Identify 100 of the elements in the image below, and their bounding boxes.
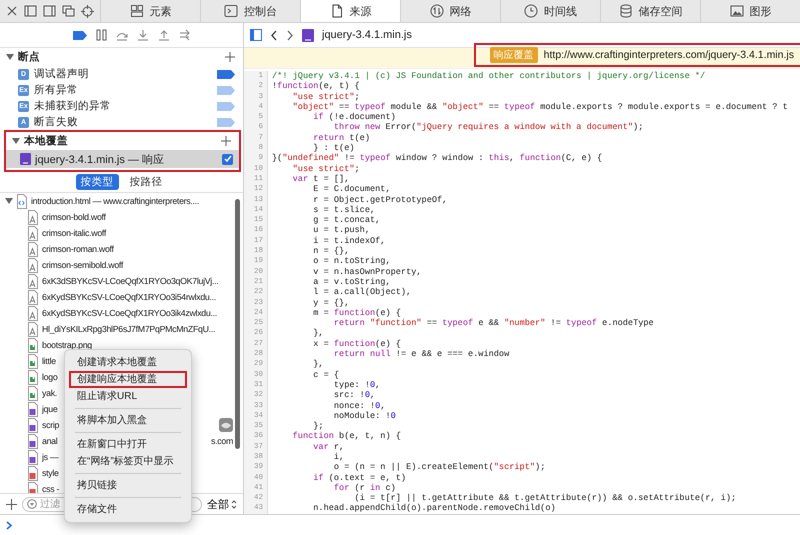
tab[interactable]: 来源 (300, 0, 400, 22)
font-file-icon (27, 258, 39, 272)
code-line: E = C.document, (312, 184, 391, 195)
file-title: jquery-3.4.1.min.js (322, 29, 412, 41)
disclosure-triangle-icon[interactable] (12, 137, 20, 145)
breakpoint-label[interactable]: 所有异常 (34, 83, 78, 97)
override-row[interactable]: jquery-3.4.1.min.js — 响应 (6, 150, 239, 168)
menu-item[interactable]: 拷贝链接 (69, 477, 187, 494)
script-file-icon (27, 418, 39, 432)
file-name[interactable]: 6xK3dSBYKcSV-LCoeQqfX1RYOo3qOK7lujVj... (42, 276, 218, 286)
section-title: 本地覆盖 (24, 134, 68, 148)
file-name[interactable]: Hl_diYsKILxRpg3hlP6sJ7fM7PqPMcMnZFqU... (42, 324, 216, 334)
code-line: m = function(e) { (312, 308, 401, 318)
step-into-icon (136, 29, 148, 41)
dock-side-icon (43, 5, 56, 17)
file-name[interactable]: anal (42, 436, 58, 446)
scope-dropdown[interactable]: 全部 (207, 496, 237, 512)
font-file-icon (27, 242, 39, 256)
font-file-icon (27, 322, 39, 336)
code-line: o = n.toString, (312, 256, 391, 267)
file-name[interactable]: crimson-roman.woff (42, 244, 114, 254)
override-url[interactable]: http://www.craftinginterpreters.com/jquery-3.4.1.min.js (544, 49, 794, 61)
code-line: }; (312, 421, 324, 432)
file-name[interactable]: 6xKydSBYKcSV-LCoeQqfX1RYOo3i54rwlxdu... (42, 292, 216, 302)
group-toggle[interactable]: 按路径 (124, 174, 168, 190)
menu-item[interactable]: 在新窗口中打开 (69, 436, 187, 453)
menu-item[interactable]: 在“网络”标签页中显示 (69, 453, 187, 470)
code-line: l = a.call(Object), (312, 287, 412, 298)
breakpoints-flag-icon (72, 30, 86, 40)
image-file-icon (27, 338, 39, 352)
file-name[interactable]: logo (42, 372, 58, 382)
code-line: g = t.concat, (312, 215, 380, 226)
code-line: o = (n = n || E).createElement("script"); (332, 462, 546, 473)
code-line: i, (332, 452, 344, 462)
font-file-icon (27, 226, 39, 240)
scrollbar[interactable] (235, 199, 240, 449)
file-name[interactable]: crimson-italic.woff (42, 228, 106, 238)
file-name[interactable]: crimson-bold.woff (42, 212, 106, 222)
image-file-icon (27, 370, 39, 384)
file-name[interactable]: jque (42, 404, 58, 414)
menu-item[interactable]: 存储文件 (69, 501, 187, 518)
file-name[interactable]: bootstrap.png (42, 340, 92, 350)
eye-icon[interactable] (219, 418, 233, 432)
add-icon (225, 52, 235, 62)
code-line: "object" == typeof module && "object" == typeof module.exports ? module.exports = e.document ? t (292, 102, 788, 112)
filter-icon (27, 499, 37, 509)
override-badge: 响应覆盖 (490, 47, 538, 63)
code-line: type: !0, (332, 380, 380, 390)
code-line: }, (312, 359, 324, 370)
tab[interactable]: 时间线 (500, 0, 600, 22)
breakpoint-label[interactable]: 未捕获到的异常 (34, 99, 111, 113)
breakpoint-flag-icon[interactable] (217, 70, 235, 78)
code-line: return null != e && e === e.window (332, 349, 510, 360)
clock-icon (524, 4, 538, 18)
menu-item[interactable]: 创建请求本地覆盖 (69, 354, 187, 371)
code-line: src: !0, (332, 390, 376, 400)
disclosure-triangle-icon[interactable] (5, 197, 13, 205)
step-out-icon (158, 29, 170, 41)
back-icon (270, 30, 278, 40)
file-name[interactable]: js — (42, 452, 58, 462)
code-line: "use strict"; (292, 92, 360, 102)
dock-bottom-icon (24, 5, 37, 17)
script-file-icon (27, 402, 39, 416)
code-line: if (o.text = e, t) (312, 472, 406, 483)
checkbox[interactable] (222, 154, 233, 164)
file-name[interactable]: style (42, 468, 59, 478)
arrows-circle-icon (430, 4, 444, 18)
code-line: c = { (312, 370, 340, 380)
script-file-icon (27, 434, 39, 448)
font-file-icon (27, 274, 39, 288)
font-file-icon (27, 290, 39, 304)
terminal-icon (224, 4, 238, 18)
disclosure-triangle-icon[interactable] (6, 53, 14, 61)
code-line: y = {}, (312, 298, 350, 308)
file-name[interactable]: yak. (42, 388, 57, 398)
stylesheet-file-icon (27, 482, 39, 493)
forward-icon (286, 30, 294, 40)
code-line: for (r in c) (332, 482, 396, 494)
file-name[interactable]: crimson-semibold.woff (42, 260, 124, 270)
file-name[interactable]: scrip (42, 420, 60, 430)
file-name[interactable]: 6xKydSBYKcSV-LCoeQqfX1RYOo3ik4zwlxdu... (42, 308, 217, 318)
code-line: /*! jQuery v3.4.1 | (c) JS Foundation and other contributors | jquery.org/license */ (271, 71, 706, 82)
layout-icon (130, 4, 144, 18)
tab[interactable]: 储存空间 (600, 0, 700, 22)
file-name[interactable]: introduction.html — www.craftinginterpreters.... (31, 196, 199, 206)
group-toggle[interactable]: 按类型 (76, 174, 118, 190)
windows-icon (62, 5, 75, 17)
tab[interactable]: 元素 (100, 0, 200, 22)
tab[interactable]: 网络 (400, 0, 500, 22)
breakpoint-label[interactable]: 调试器声明 (34, 67, 89, 81)
menu-item[interactable]: 创建响应本地覆盖 (69, 371, 187, 388)
menu-item[interactable]: 阻止请求URL (69, 388, 187, 405)
file-name[interactable]: little (42, 356, 56, 366)
tab[interactable]: 图形 (700, 0, 800, 22)
stylesheet-file-icon (27, 466, 39, 480)
pause-icon (96, 29, 106, 41)
code-line: return t(e) (312, 132, 370, 144)
file-name[interactable]: css - (42, 484, 60, 493)
breakpoint-label[interactable]: 断言失败 (34, 115, 78, 129)
menu-item[interactable]: 将脚本加入黑盒 (69, 412, 187, 429)
